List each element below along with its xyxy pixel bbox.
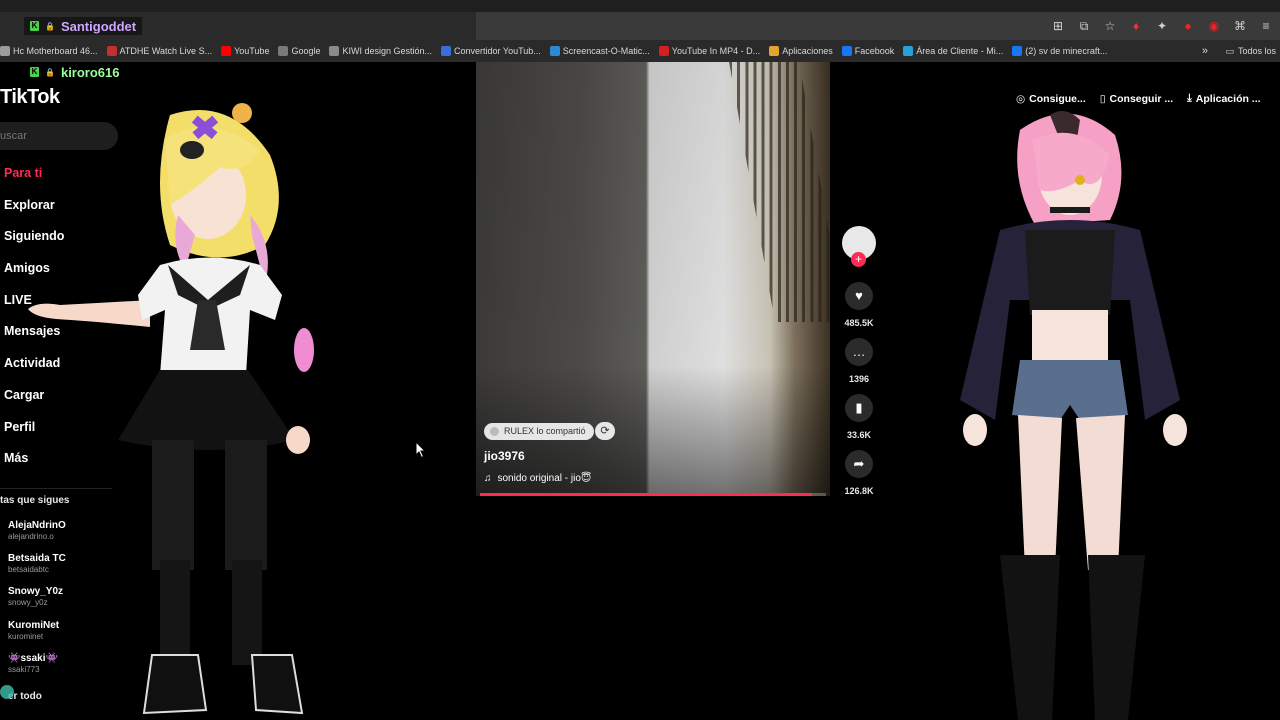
video-progress-bar[interactable] xyxy=(480,493,826,496)
bookmark-icon[interactable]: ▮ xyxy=(845,394,873,422)
menu-icon[interactable]: ≡ xyxy=(1258,19,1274,33)
bookmark-item[interactable]: ATDHE Watch Live S... xyxy=(106,46,213,56)
vtuber-avatar-left xyxy=(28,103,314,715)
bookmark-label: Screencast-O-Matic... xyxy=(562,46,650,56)
share-icon[interactable]: ➦ xyxy=(845,450,873,478)
saves-count: 33.6K xyxy=(846,430,872,440)
sharer-avatar xyxy=(490,427,499,436)
browser-chrome: ⊞ ⧉ ☆ ♦ ✦ ● ◉ ⌘ ≡ Hc Motherboard 46... AT… xyxy=(0,0,1280,62)
bookmark-favicon-icon xyxy=(329,46,340,56)
bookmark-item[interactable]: Convertidor YouTub... xyxy=(441,46,541,56)
bookmark-favicon-icon xyxy=(841,46,852,56)
toolbar-icons: ⊞ ⧉ ☆ ♦ ✦ ● ◉ ⌘ ≡ xyxy=(1050,12,1280,40)
bookmark-favicon-icon xyxy=(658,46,669,56)
bookmark-label: KIWI design Gestión... xyxy=(342,46,433,56)
badge-icon: K xyxy=(30,67,39,77)
bookmark-label: Hc Motherboard 46... xyxy=(13,46,98,56)
bookmarks-overflow-chevron-icon[interactable]: » xyxy=(1202,40,1208,62)
shared-by-pill[interactable]: RULEX lo compartió xyxy=(484,423,594,440)
bookmarks-bar: Hc Motherboard 46... ATDHE Watch Live S..… xyxy=(0,40,1280,62)
app-corner-icon xyxy=(0,685,14,699)
all-bookmarks-label: Todos los xyxy=(1237,46,1276,56)
shares-count: 126.8K xyxy=(844,486,874,496)
shared-by-text: RULEX lo compartió xyxy=(504,426,586,436)
video-author[interactable]: jio3976 xyxy=(484,449,525,463)
likes-count: 485.5K xyxy=(844,318,874,328)
extension-icon-1[interactable]: ♦ xyxy=(1128,19,1144,33)
lock-icon: 🔒 xyxy=(45,21,55,31)
bookmark-item[interactable]: KIWI design Gestión... xyxy=(329,46,432,56)
chat-username-1: K 🔒 Santigoddet xyxy=(24,17,143,35)
bookmark-item[interactable]: YouTube In MP4 - D... xyxy=(658,46,761,56)
bookmark-favicon-icon xyxy=(106,46,117,56)
browser-toolbar: ⊞ ⧉ ☆ ♦ ✦ ● ◉ ⌘ ≡ xyxy=(476,12,1280,40)
cast-icon[interactable]: ⧉ xyxy=(1076,19,1092,34)
bookmark-label: YouTube In MP4 - D... xyxy=(671,46,761,56)
bookmark-label: Convertidor YouTub... xyxy=(454,46,541,56)
comment-icon[interactable]: … xyxy=(845,338,873,366)
bookmark-favicon-icon xyxy=(221,46,232,56)
bookmark-item[interactable]: Screencast-O-Matic... xyxy=(549,46,650,56)
bookmark-label: Google xyxy=(291,46,321,56)
translate-icon[interactable]: ⊞ xyxy=(1050,19,1066,33)
bookmark-label: YouTube xyxy=(234,46,270,56)
repost-icon[interactable]: ⟳ xyxy=(595,422,615,440)
tab-strip xyxy=(0,0,1280,12)
bookmark-item[interactable]: Área de Cliente - Mi... xyxy=(903,46,1003,56)
video-progress-fill xyxy=(480,493,813,496)
bookmark-item[interactable]: Aplicaciones xyxy=(769,46,833,56)
follow-plus-icon[interactable]: + xyxy=(851,252,866,267)
bookmark-item[interactable]: YouTube xyxy=(221,46,269,56)
folder-icon: ▭ xyxy=(1225,45,1234,56)
puzzle-icon[interactable]: ⌘ xyxy=(1232,19,1248,33)
bookmark-favicon-icon xyxy=(769,46,780,56)
bookmark-item[interactable]: (2) sv de minecraft... xyxy=(1012,46,1107,56)
bookmark-label: Área de Cliente - Mi... xyxy=(916,46,1004,56)
lock-icon: 🔒 xyxy=(45,67,55,77)
extension-icon-2[interactable]: ✦ xyxy=(1154,19,1170,33)
music-title: sonido original - jio😇 xyxy=(497,473,592,484)
bookmark-label: Aplicaciones xyxy=(782,46,833,56)
video-music[interactable]: ♫ sonido original - jio😇 xyxy=(484,473,591,484)
all-bookmarks-folder[interactable]: ▭ Todos los xyxy=(1225,40,1280,62)
bookmark-label: ATDHE Watch Live S... xyxy=(119,46,213,56)
bookmark-favicon-icon xyxy=(1012,46,1023,56)
chat-username-2: K 🔒 kiroro616 xyxy=(24,63,126,81)
bookmark-item[interactable]: Facebook xyxy=(841,46,895,56)
music-note-icon: ♫ xyxy=(484,473,492,484)
video-player[interactable]: RULEX lo compartió ⟳ jio3976 ♫ sonido or… xyxy=(476,62,830,496)
bookmark-favicon-icon xyxy=(903,46,914,56)
mouse-cursor-icon xyxy=(415,441,427,459)
bookmark-favicon-icon xyxy=(549,46,560,56)
bookmark-label: Facebook xyxy=(854,46,895,56)
bookmark-item[interactable]: Hc Motherboard 46... xyxy=(0,46,98,56)
bookmark-favicon-icon xyxy=(0,46,10,56)
bookmark-star-icon[interactable]: ☆ xyxy=(1102,19,1118,33)
badge-icon: K xyxy=(30,21,39,31)
extension-icon-4[interactable]: ◉ xyxy=(1206,19,1222,33)
bookmark-label: (2) sv de minecraft... xyxy=(1025,46,1108,56)
vtuber-avatar-right xyxy=(960,111,1187,720)
chat-username-text: Santigoddet xyxy=(60,18,137,34)
bookmark-favicon-icon xyxy=(278,46,289,56)
comments-count: 1396 xyxy=(848,374,870,384)
chat-username-text: kiroro616 xyxy=(60,64,120,80)
bookmark-favicon-icon xyxy=(441,46,452,56)
bookmark-item[interactable]: Google xyxy=(278,46,320,56)
extension-icon-3[interactable]: ● xyxy=(1180,19,1196,33)
heart-icon[interactable]: ♥ xyxy=(845,282,873,310)
